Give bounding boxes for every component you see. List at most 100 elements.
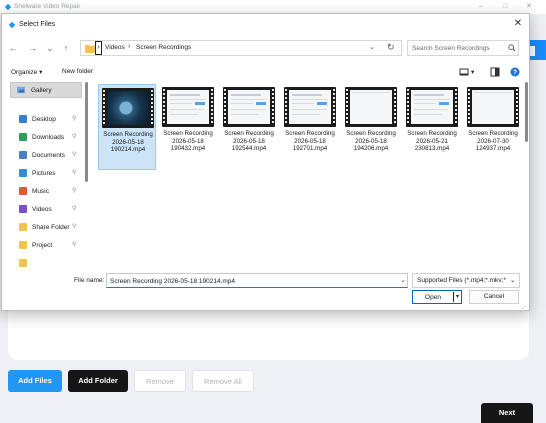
- open-split-dropdown-icon[interactable]: ▾: [453, 292, 461, 302]
- open-button-label: Open: [425, 294, 441, 301]
- up-icon[interactable]: ↑: [61, 42, 71, 54]
- help-icon[interactable]: ?: [510, 67, 520, 77]
- file-item[interactable]: Screen Recording 2026-05-18 194206.mp4: [342, 84, 400, 170]
- sidebar-item-label: Gallery: [31, 87, 52, 94]
- file-type-select[interactable]: Supported Files (*.mp4;*.mkv;* ⌄: [412, 273, 520, 288]
- folder-icon: [19, 241, 27, 249]
- file-name: Screen Recording 2026-05-18 190214.mp4: [103, 131, 153, 154]
- resize-grip-icon[interactable]: ⋰: [519, 305, 526, 313]
- search-input[interactable]: [412, 43, 504, 54]
- dialog-close-icon[interactable]: ✕: [512, 18, 524, 30]
- file-name: Screen Recording 2026-07-30 124937.mp4: [468, 130, 518, 153]
- sidebar-item-label: Pictures: [32, 170, 56, 177]
- sidebar-item[interactable]: Desktop ⚲: [10, 112, 82, 127]
- sidebar-item[interactable]: Share Folder ⚲: [10, 220, 82, 235]
- pin-icon: ⚲: [72, 170, 77, 176]
- folder-icon: [19, 259, 27, 267]
- video-thumbnail: [162, 87, 214, 127]
- file-type-dropdown-icon[interactable]: ⌄: [510, 276, 515, 284]
- breadcrumb-videos[interactable]: Videos: [105, 44, 125, 51]
- view-options-icon[interactable]: [459, 67, 469, 77]
- organize-menu[interactable]: Organize ▾: [11, 68, 42, 76]
- file-name: Screen Recording 2026-05-18 192701.mp4: [285, 130, 335, 153]
- add-files-button[interactable]: Add Files: [8, 370, 62, 392]
- cancel-button[interactable]: Cancel: [469, 290, 519, 304]
- svg-text:?: ?: [513, 70, 517, 77]
- file-item[interactable]: Screen Recording 2026-07-30 124937.mp4: [464, 84, 522, 170]
- video-thumbnail: [102, 88, 154, 128]
- remove-button[interactable]: Remove: [134, 370, 186, 392]
- search-box[interactable]: [407, 40, 519, 56]
- file-item[interactable]: Screen Recording 2026-05-18 190432.mp4: [159, 84, 217, 170]
- open-button[interactable]: Open ▾: [412, 290, 462, 304]
- file-type-value: Supported Files (*.mp4;*.mkv;*: [417, 277, 506, 284]
- app-logo-icon: [4, 3, 12, 11]
- video-thumbnail: [467, 87, 519, 127]
- sidebar-item[interactable]: Videos ⚲: [10, 202, 82, 217]
- file-item[interactable]: Screen Recording 2026-05-18 192544.mp4: [220, 84, 278, 170]
- documents-icon: [19, 151, 27, 159]
- sidebar-item[interactable]: Project ⚲: [10, 238, 82, 253]
- dialog-app-icon: [8, 21, 16, 29]
- video-thumbnail: [223, 87, 275, 127]
- pin-icon: ⚲: [72, 152, 77, 158]
- file-name-dropdown-icon[interactable]: ⌄: [400, 276, 406, 284]
- file-name-field[interactable]: ⌄: [106, 273, 408, 288]
- back-icon[interactable]: ←: [8, 42, 18, 54]
- navigation-bar: ← → ⌄ ↑ › Videos › Screen Recordings ⌄ ↻: [2, 38, 529, 58]
- select-files-dialog: Select Files ✕ ← → ⌄ ↑ › Videos › Screen…: [1, 13, 530, 313]
- sidebar-item[interactable]: [10, 256, 82, 267]
- file-name-label: File name:: [74, 277, 105, 284]
- file-name: Screen Recording 2026-05-21 230813.mp4: [407, 130, 457, 153]
- app-title: Shelware Video Repair: [14, 3, 81, 10]
- preview-pane-icon[interactable]: [490, 67, 500, 77]
- app-close-icon[interactable]: ✕: [524, 2, 534, 12]
- remove-all-button[interactable]: Remove All: [192, 370, 254, 392]
- file-item[interactable]: Screen Recording 2026-05-21 230813.mp4: [403, 84, 461, 170]
- sidebar-item-gallery[interactable]: Gallery: [10, 82, 82, 98]
- view-dropdown-icon[interactable]: ▾: [471, 68, 474, 76]
- refresh-icon[interactable]: ↻: [387, 42, 395, 53]
- file-item[interactable]: Screen Recording 2026-05-18 192701.mp4: [281, 84, 339, 170]
- search-icon: [508, 44, 516, 52]
- videos-icon: [19, 205, 27, 213]
- sidebar-item-label: Project: [32, 242, 53, 249]
- navigation-pane: Gallery Desktop ⚲ Downloads ⚲ Documents ⚲ Pict…: [10, 82, 84, 267]
- download-icon: [19, 133, 27, 141]
- file-name-input[interactable]: [110, 276, 395, 286]
- new-folder-button[interactable]: New folder: [62, 68, 93, 75]
- pin-icon: ⚲: [72, 134, 77, 140]
- address-bar[interactable]: › Videos › Screen Recordings ⌄ ↻: [80, 40, 402, 56]
- file-grid: Screen Recording 2026-05-18 190214.mp4 Sc…: [98, 84, 528, 264]
- sidebar-item[interactable]: Music ⚲: [10, 184, 82, 199]
- sidebar-item-label: Documents: [32, 152, 65, 159]
- file-item[interactable]: Screen Recording 2026-05-18 190214.mp4: [98, 84, 156, 170]
- add-folder-button[interactable]: Add Folder: [68, 370, 128, 392]
- file-name: Screen Recording 2026-05-18 192544.mp4: [224, 130, 274, 153]
- video-thumbnail: [406, 87, 458, 127]
- sidebar-item-label: Share Folder: [32, 224, 70, 231]
- sidebar-item-label: Downloads: [32, 134, 65, 141]
- pin-icon: ⚲: [72, 188, 77, 194]
- breadcrumb-separator: ›: [128, 43, 131, 50]
- dialog-titlebar: Select Files ✕: [2, 14, 529, 36]
- folder-icon: [19, 223, 27, 231]
- pin-icon: ⚲: [72, 206, 77, 212]
- desktop-icon: [19, 115, 27, 123]
- forward-icon[interactable]: →: [28, 42, 38, 54]
- recent-locations-icon[interactable]: ⌄: [45, 42, 55, 54]
- gallery-icon: [17, 86, 25, 94]
- next-button[interactable]: Next: [481, 403, 533, 423]
- navigation-pane-scrollbar[interactable]: [85, 82, 88, 182]
- sidebar-item-label: Music: [32, 188, 49, 195]
- maximize-icon[interactable]: □: [500, 2, 510, 12]
- address-dropdown-icon[interactable]: ⌄: [369, 43, 375, 51]
- breadcrumb-screen-recordings[interactable]: Screen Recordings: [136, 44, 191, 51]
- music-icon: [19, 187, 27, 195]
- minimize-icon[interactable]: –: [476, 2, 486, 12]
- sidebar-item[interactable]: Documents ⚲: [10, 148, 82, 163]
- file-grid-scrollbar[interactable]: [525, 82, 528, 142]
- sidebar-item[interactable]: Downloads ⚲: [10, 130, 82, 145]
- breadcrumb-expand-icon[interactable]: ›: [95, 41, 102, 55]
- sidebar-item[interactable]: Pictures ⚲: [10, 166, 82, 181]
